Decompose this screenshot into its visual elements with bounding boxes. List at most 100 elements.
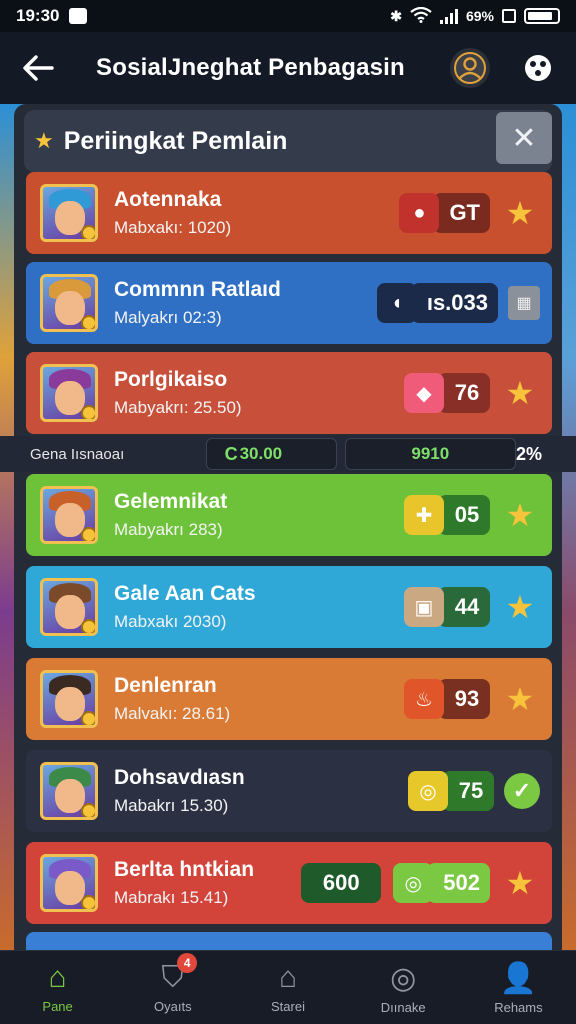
score-value: ıs.033 [410, 283, 498, 323]
score-value: 75 [442, 771, 494, 811]
nav-label: Starei [271, 999, 305, 1014]
list-item[interactable]: Dohsavdıasn Mabakrı 15.30) ◎ 75 ✓ [26, 750, 552, 832]
summary-score: C 30.00 [205, 438, 337, 470]
close-button[interactable]: ✕ [496, 112, 552, 164]
list-item[interactable]: Commnn Ratlaıd Malyakrı 02:3) ◖ ıs.033 ▦ [26, 262, 552, 344]
nav-item-people[interactable]: 👤 Rehams [461, 951, 576, 1024]
player-stat: Mabyakrı: 25.50) [114, 398, 242, 417]
store-icon: ⌂ [278, 961, 298, 994]
star-icon: ★ [505, 375, 535, 411]
notification-badge: 4 [177, 953, 198, 973]
coin-icon: ◖ [376, 283, 417, 323]
profile-button[interactable] [450, 48, 490, 88]
check-icon: ✓ [504, 773, 540, 809]
summary-percent: 2% [515, 443, 542, 464]
list-item-partial[interactable] [26, 932, 552, 950]
status-time: 19:30 [16, 6, 60, 25]
player-stat: Malvakı: 28.61) [114, 704, 231, 723]
score-value: 44 [438, 587, 490, 627]
list-item[interactable]: Porlgikaiso Mabyakrı: 25.50) ◆ 76 ★ [26, 352, 552, 434]
plus-icon: ✚ [404, 495, 444, 535]
nav-label: Oyaıts [154, 999, 192, 1014]
signal-icon [439, 8, 458, 24]
close-icon: ✕ [511, 121, 537, 155]
player-stat: Mabrakı 15.41) [114, 888, 229, 907]
panel-header: ★ Periingkat Pemlain ✕ [24, 110, 552, 172]
nav-item-search[interactable]: ◎ Dıınake [346, 951, 461, 1024]
avatar [40, 184, 98, 242]
player-stat: Mabxakı 2030) [114, 612, 227, 631]
coin-icon [81, 527, 95, 541]
notification-icon [69, 8, 88, 24]
player-name: Denlenran [114, 674, 217, 697]
score-value: GT [433, 193, 490, 233]
coin-icon [81, 619, 95, 633]
coin-icon [81, 405, 95, 419]
gem-icon: ◆ [404, 373, 444, 413]
coin-icon [81, 803, 95, 817]
coin-icon [81, 711, 95, 725]
lock-icon: ▦ [508, 286, 540, 320]
star-icon: ★ [34, 128, 54, 153]
summary-total: 9910 [344, 438, 516, 470]
app-header: SosialJneghat Penbagasin [0, 32, 576, 104]
panel-title: Periingkat Pemlain [63, 126, 288, 155]
score-value: 76 [438, 373, 490, 413]
player-stat: Malyakrı 02:3) [114, 308, 222, 327]
avatar [40, 364, 98, 422]
wifi-icon [410, 6, 432, 26]
nav-label: Dıınake [380, 999, 426, 1015]
avatar [40, 274, 98, 332]
gear-icon [525, 55, 551, 81]
people-icon: 👤 [499, 961, 538, 995]
battery-icon [524, 8, 560, 24]
list-item[interactable]: Aotennaka Mabxakı: 1020) ● GT ★ [26, 172, 552, 254]
star-icon: ★ [505, 195, 535, 231]
nav-item-shield[interactable]: ⛉ Oyaıts 4 [115, 951, 230, 1024]
page-title: SosialJneghat Penbagasin [96, 54, 405, 81]
list-item[interactable]: Gale Aan Cats Mabxakı 2030) ▣ 44 ★ [26, 566, 552, 648]
avatar [40, 578, 98, 636]
ring-icon: ◎ [393, 863, 434, 903]
avatar [40, 854, 98, 912]
bottom-nav: ⌂ Pane ⛉ Oyaıts 4 ⌂ Starei ◎ Dıınake 👤 Re… [0, 950, 576, 1024]
chest-icon: ▣ [404, 587, 444, 627]
list-item[interactable]: Denlenran Malvakı: 28.61) ♨ 93 ★ [26, 658, 552, 740]
player-stat: Mabakrı 15.30) [114, 796, 229, 815]
screen-icon [502, 9, 516, 23]
score-value: 05 [438, 495, 490, 535]
player-stat: Mabyakrı 283) [114, 520, 223, 539]
summary-total-value: 9910 [411, 444, 450, 463]
star-icon: ★ [505, 681, 535, 717]
settings-button[interactable] [518, 48, 558, 88]
nav-label: Rehams [494, 999, 543, 1015]
coin-icon [81, 315, 95, 329]
user-icon [454, 52, 486, 84]
avatar [40, 762, 98, 820]
player-name: Porlgikaiso [114, 368, 228, 391]
player-name: Dohsavdıasn [114, 766, 245, 789]
leaderboard-panel: ★ Periingkat Pemlain ✕ Aotennaka Mabxakı… [14, 104, 562, 950]
home-icon: ⌂ [48, 961, 67, 994]
summary-score-value: 30.00 [239, 444, 283, 463]
status-bar: 19:30 ✱ 69% [0, 0, 576, 32]
list-item[interactable]: Gelemnikat Mabyakrı 283) ✚ 05 ★ [26, 474, 552, 556]
back-button[interactable] [18, 48, 58, 88]
ring-icon: ◎ [408, 771, 448, 811]
avatar [40, 486, 98, 544]
player-stat: Mabxakı: 1020) [114, 218, 232, 237]
nav-item-store[interactable]: ⌂ Starei [230, 951, 345, 1024]
avatar [40, 670, 98, 728]
nav-label: Pane [42, 999, 73, 1014]
refresh-icon: C [224, 443, 238, 464]
apple-icon: ● [399, 193, 440, 233]
star-icon: ★ [505, 589, 535, 625]
battery-percent: 69% [465, 8, 494, 24]
star-icon: ★ [505, 865, 535, 901]
nav-item-home[interactable]: ⌂ Pane [0, 951, 115, 1024]
player-name: Commnn Ratlaıd [114, 278, 281, 301]
list-item[interactable]: Berlta hntkian Mabrakı 15.41) 600 ◎ 502 ★ [26, 842, 552, 924]
summary-label: Gena Iısnaoaı [30, 445, 125, 463]
search-icon: ◎ [390, 961, 417, 995]
player-name: Berlta hntkian [114, 858, 255, 881]
